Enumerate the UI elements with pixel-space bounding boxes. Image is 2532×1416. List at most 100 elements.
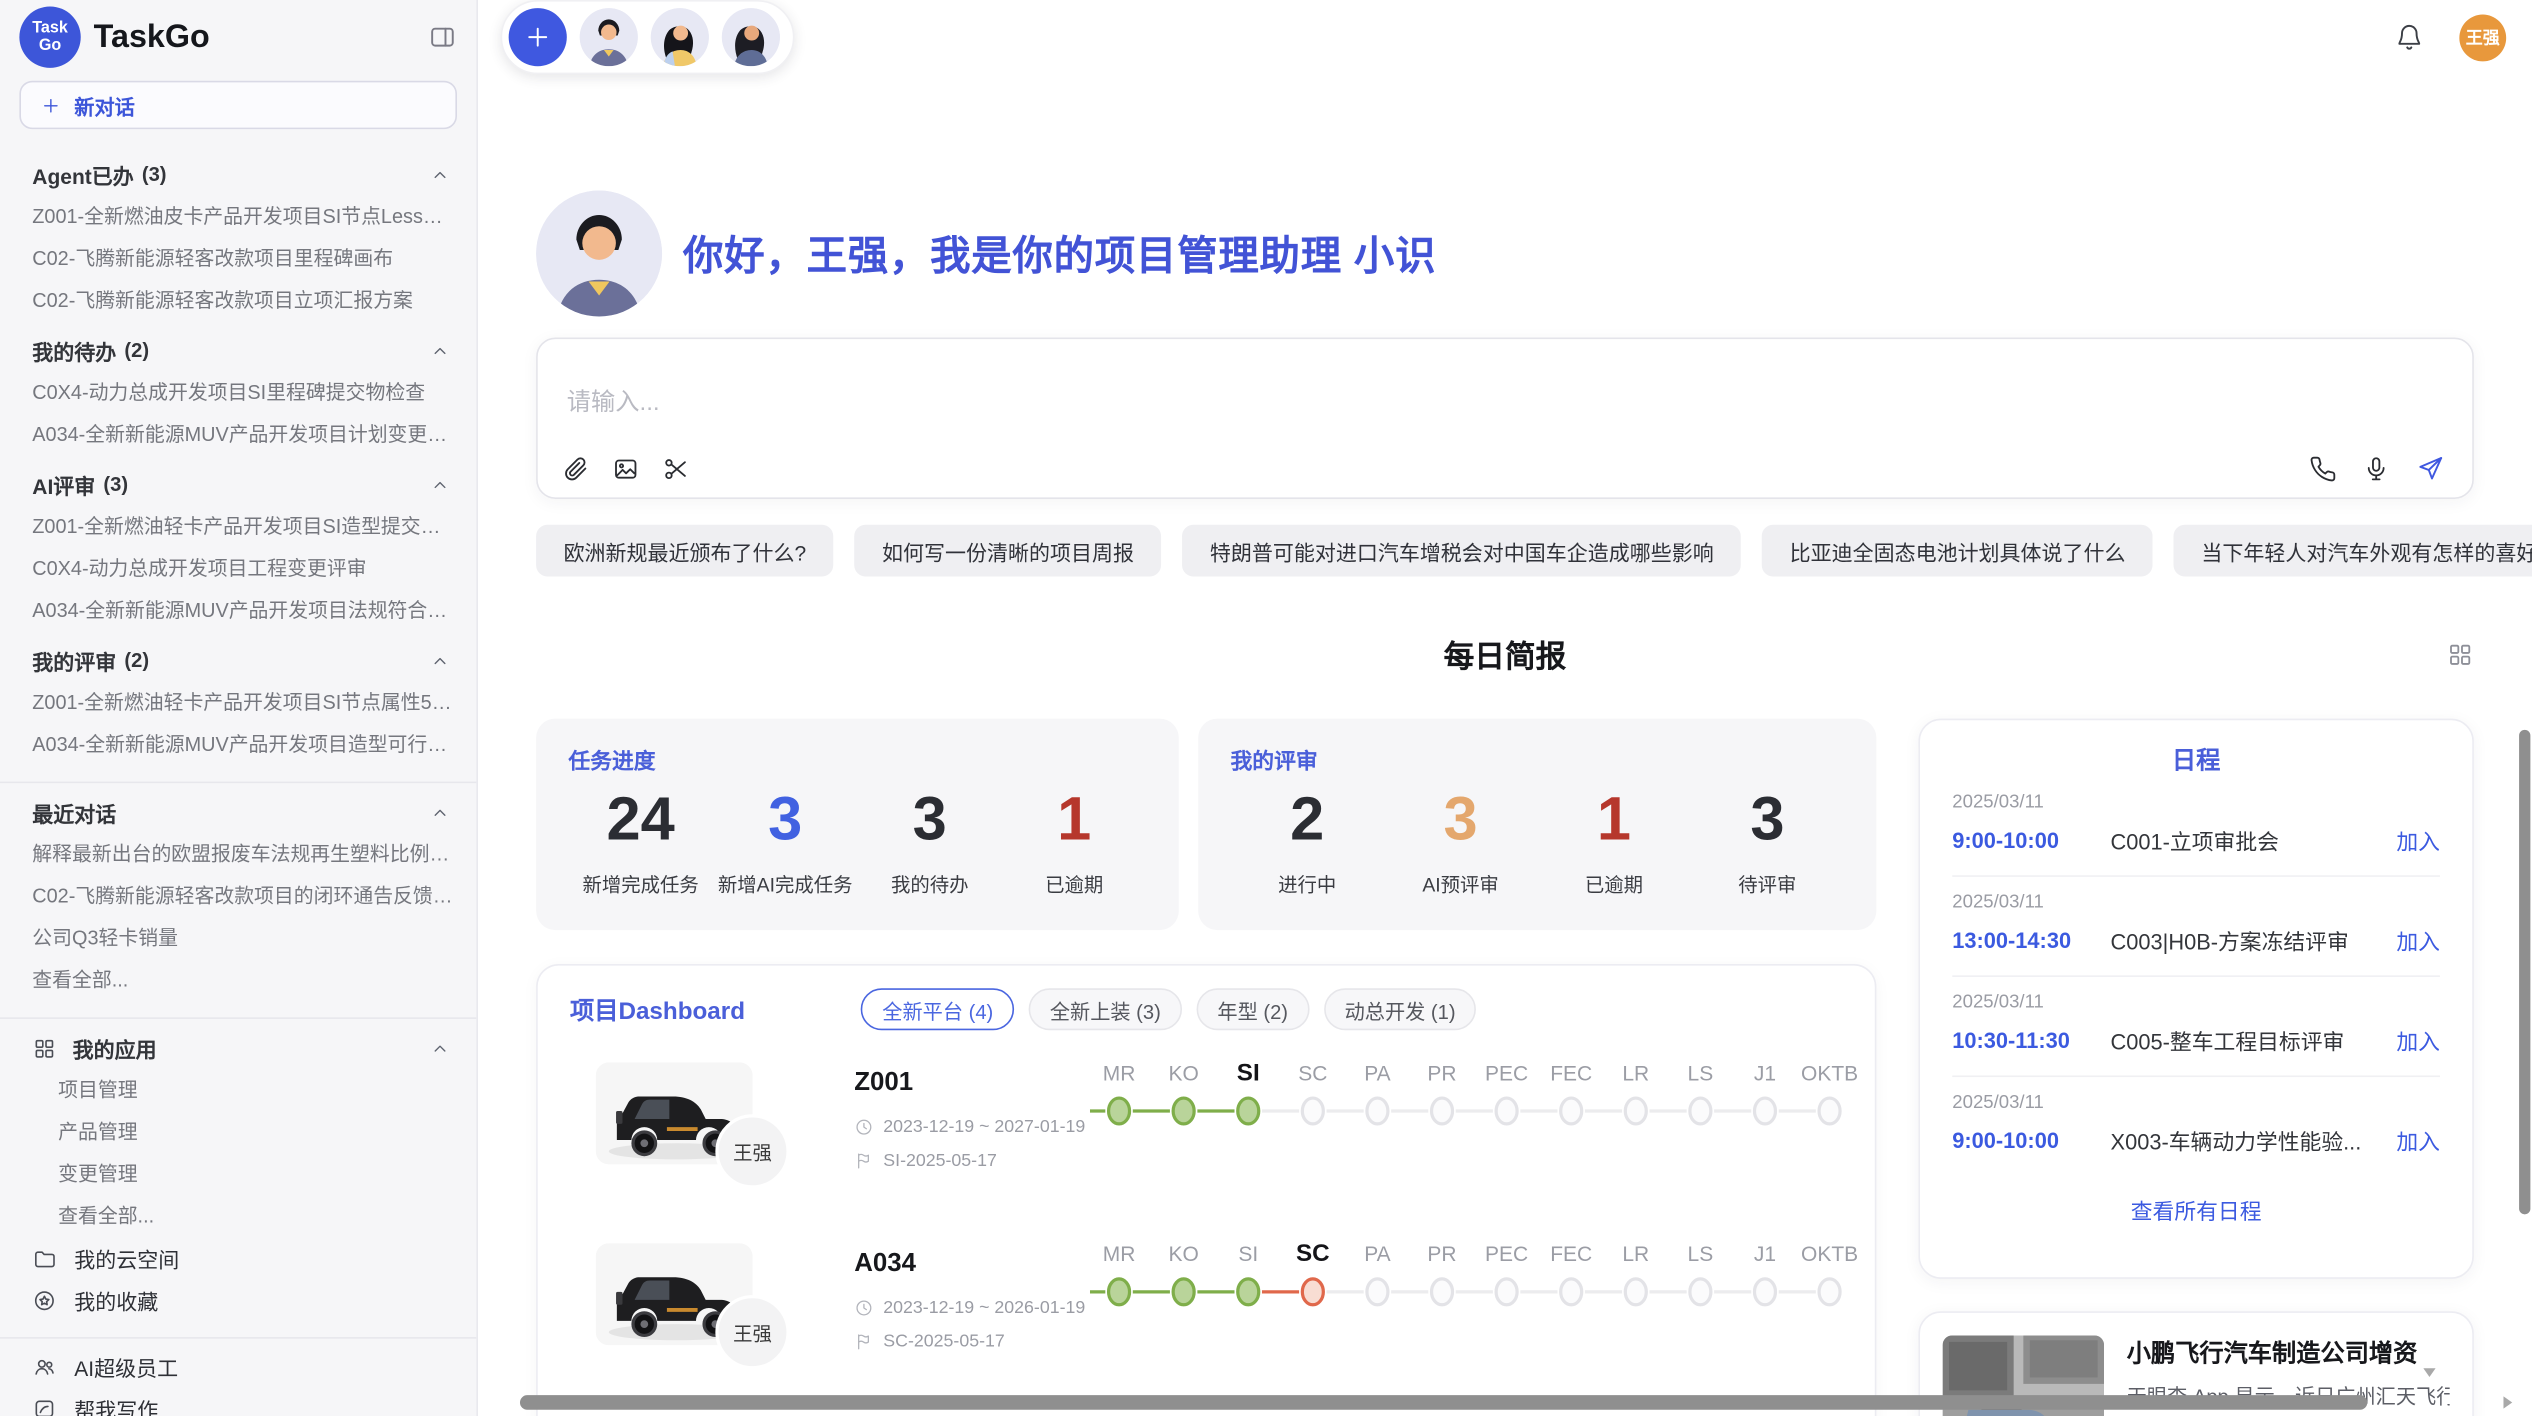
dashboard-filter-chip[interactable]: 全新上装 (3)	[1029, 988, 1182, 1030]
chat-input[interactable]	[564, 388, 2453, 419]
project-row[interactable]: 王强 Z001 2023-12-19 ~ 2027-01-19 SI-2025-…	[570, 1053, 1842, 1211]
phone-icon[interactable]	[2309, 455, 2336, 482]
sidebar-task-item[interactable]: A034-全新新能源MUV产品开发项目造型可行性评审	[0, 723, 476, 765]
sidebar-app-item[interactable]: 变更管理	[0, 1153, 476, 1195]
project-row[interactable]: 王强 A034 2023-12-19 ~ 2026-01-19 SC-2025-…	[570, 1234, 1842, 1392]
image-icon[interactable]	[612, 455, 639, 482]
scroll-right-arrow-icon[interactable]	[2496, 1392, 2517, 1413]
sidebar-chat-item[interactable]: 公司Q3轻卡销量	[0, 917, 476, 959]
sidebar-link-folder[interactable]: 我的云空间	[0, 1237, 476, 1279]
project-list: 王强 Z001 2023-12-19 ~ 2027-01-19 SI-2025-…	[570, 1053, 1842, 1392]
sidebar-apps-header[interactable]: 我的应用	[0, 1027, 476, 1069]
sidebar-task-item[interactable]: A034-全新新能源MUV产品开发项目计划变更表编写	[0, 413, 476, 455]
dashboard-filter-chip[interactable]: 年型 (2)	[1196, 988, 1309, 1030]
horizontal-scrollbar-thumb[interactable]	[520, 1395, 2367, 1410]
sidebar-task-item[interactable]: Z001-全新燃油皮卡产品开发项目SI节点Lesson Learn报告	[0, 195, 476, 237]
sidebar-task-item[interactable]: Z001-全新燃油轻卡产品开发项目SI节点属性5D文件评审	[0, 681, 476, 723]
project-dates: 2023-12-19 ~ 2026-01-19	[854, 1298, 1085, 1317]
scissors-icon[interactable]	[662, 455, 689, 482]
microphone-icon[interactable]	[2362, 455, 2389, 482]
suggestion-chip[interactable]: 特朗普可能对进口汽车增税会对中国车企造成哪些影响	[1182, 525, 1741, 577]
stat-label: 待评审	[1691, 870, 1844, 897]
sidebar-section-header[interactable]: 我的评审(2)	[0, 639, 476, 681]
event-join-link[interactable]: 加入	[2396, 1124, 2440, 1156]
sidebar-task-item[interactable]: C02-飞腾新能源轻客改款项目里程碑画布	[0, 237, 476, 279]
event-name: X003-车辆动力学性能验...	[2111, 1124, 2397, 1156]
new-chat-button[interactable]: 新对话	[19, 81, 457, 129]
svg-text:MR: MR	[1103, 1062, 1136, 1085]
stat-card-title: 我的评审	[1230, 743, 1844, 775]
stat-value: 2	[1230, 785, 1383, 856]
suggestion-chip[interactable]: 比亚迪全固态电池计划具体说了什么	[1762, 525, 2153, 577]
session-avatar-3[interactable]	[722, 8, 780, 66]
event-date: 2025/03/11	[1952, 993, 2440, 1012]
app-logo: Task Go	[19, 6, 80, 67]
svg-text:LR: LR	[1622, 1243, 1649, 1266]
view-all-chats-link[interactable]: 查看全部...	[0, 959, 476, 1001]
sidebar-task-item[interactable]: C02-飞腾新能源轻客改款项目立项汇报方案	[0, 279, 476, 321]
sidebar-tool-people[interactable]: AI超级员工	[0, 1345, 476, 1387]
svg-text:OKTB: OKTB	[1801, 1062, 1858, 1085]
sidebar-app-item[interactable]: 产品管理	[0, 1111, 476, 1153]
suggestion-chip[interactable]: 欧洲新规最近颁布了什么?	[536, 525, 834, 577]
layout-grid-icon[interactable]	[2446, 640, 2473, 667]
collapse-sidebar-icon[interactable]	[428, 23, 457, 52]
session-avatar-2[interactable]	[651, 8, 709, 66]
sidebar-task-item[interactable]: C0X4-动力总成开发项目SI里程碑提交物检查	[0, 371, 476, 413]
folder-icon	[32, 1246, 56, 1270]
svg-text:J1: J1	[1754, 1062, 1776, 1085]
suggestion-chip[interactable]: 当下年轻人对汽车外观有怎样的喜好趋势	[2174, 525, 2532, 577]
sidebar-section-header[interactable]: AI评审(3)	[0, 463, 476, 505]
sidebar-task-item[interactable]: C0X4-动力总成开发项目工程变更评审	[0, 547, 476, 589]
sidebar-chat-item[interactable]: C02-飞腾新能源轻客改款项目的闭环通告反馈情况	[0, 875, 476, 917]
dashboard-columns: 任务进度 24 新增完成任务 3 新增AI完成任务 3 我的待办 1 已逾期 我…	[536, 719, 2474, 1416]
send-icon[interactable]	[2416, 454, 2445, 483]
milestone-timeline: MRKOSISCPAPRPECFECLRLSJ1OKTB	[1087, 1237, 1862, 1329]
event-join-link[interactable]: 加入	[2396, 1024, 2440, 1056]
sidebar-tool-write[interactable]: 帮我写作	[0, 1387, 476, 1416]
sidebar-chat-item[interactable]: 解释最新出台的欧盟报废车法规再生塑料比例被调至15%...	[0, 833, 476, 875]
milestone-timeline: MRKOSISCPAPRPECFECLRLSJ1OKTB	[1087, 1056, 1862, 1148]
stat-label: 我的待办	[857, 870, 1002, 897]
stat: 3 待评审	[1691, 785, 1844, 898]
svg-text:J1: J1	[1754, 1243, 1776, 1266]
left-column: 任务进度 24 新增完成任务 3 新增AI完成任务 3 我的待办 1 已逾期 我…	[536, 719, 1876, 1416]
stats-cards: 任务进度 24 新增完成任务 3 新增AI完成任务 3 我的待办 1 已逾期 我…	[536, 719, 1876, 931]
stat: 3 AI预评审	[1384, 785, 1537, 898]
event-join-link[interactable]: 加入	[2396, 824, 2440, 856]
svg-text:PEC: PEC	[1485, 1243, 1528, 1266]
star-badge-icon	[32, 1288, 56, 1312]
view-all-apps-link[interactable]: 查看全部...	[0, 1195, 476, 1237]
suggestion-chip[interactable]: 如何写一份清晰的项目周报	[855, 525, 1162, 577]
scroll-down-arrow-icon[interactable]	[2419, 1361, 2440, 1382]
session-avatars-pill	[501, 0, 795, 74]
attachment-icon[interactable]	[562, 455, 589, 482]
sidebar-section-header[interactable]: 最近对话	[0, 791, 476, 833]
sidebar-task-item[interactable]: Z001-全新燃油轻卡产品开发项目SI造型提交物评审	[0, 505, 476, 547]
dashboard-filter-chip[interactable]: 全新平台 (4)	[861, 988, 1014, 1030]
sidebar-link-star-badge[interactable]: 我的收藏	[0, 1279, 476, 1321]
svg-text:LR: LR	[1622, 1062, 1649, 1085]
dashboard-filter-chip[interactable]: 动总开发 (1)	[1324, 988, 1477, 1030]
plus-icon	[40, 94, 61, 115]
svg-text:OKTB: OKTB	[1801, 1243, 1858, 1266]
view-all-schedule-link[interactable]: 查看所有日程	[1952, 1176, 2440, 1244]
sidebar-task-item[interactable]: A034-全新新能源MUV产品开发项目法规符合性评审	[0, 589, 476, 631]
svg-text:PA: PA	[1364, 1243, 1390, 1266]
user-avatar[interactable]: 王强	[2459, 14, 2506, 61]
sidebar-app-item[interactable]: 项目管理	[0, 1069, 476, 1111]
stat-card: 任务进度 24 新增完成任务 3 新增AI完成任务 3 我的待办 1 已逾期	[536, 719, 1179, 931]
sidebar-section-header[interactable]: 我的待办(2)	[0, 329, 476, 371]
vertical-scrollbar-thumb[interactable]	[2519, 730, 2530, 1214]
svg-text:SI: SI	[1238, 1243, 1258, 1266]
stat-value: 3	[713, 785, 858, 856]
session-avatar-1[interactable]	[580, 8, 638, 66]
sidebar-header: Task Go TaskGo	[0, 0, 476, 74]
event-join-link[interactable]: 加入	[2396, 924, 2440, 956]
add-session-button[interactable]	[509, 8, 567, 66]
sidebar-section-header[interactable]: Agent已办(3)	[0, 153, 476, 195]
dashboard-title: 项目Dashboard	[570, 992, 745, 1026]
divider	[0, 782, 476, 784]
svg-text:SC: SC	[1298, 1062, 1327, 1085]
bell-icon[interactable]	[2395, 23, 2424, 52]
